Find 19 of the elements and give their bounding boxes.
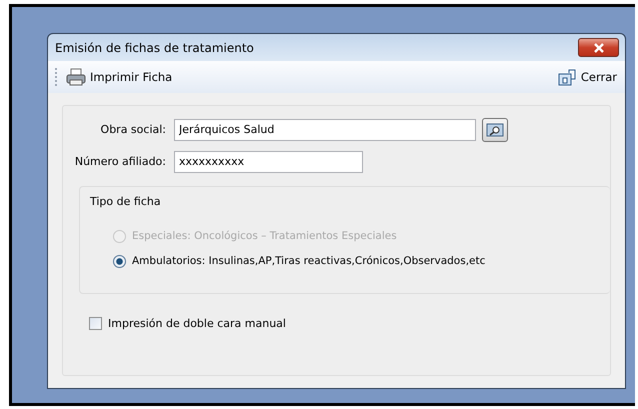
window-title: Emisión de fichas de tratamiento (54, 40, 254, 54)
printer-icon (66, 68, 86, 86)
radio-label: Especiales: Oncológicos – Tratamientos Especiales (132, 230, 397, 242)
magnifier-icon (486, 122, 504, 136)
group-title: Tipo de ficha (90, 195, 162, 208)
field-label: Obra social: (100, 123, 167, 136)
radio-button[interactable] (113, 254, 126, 268)
field-label: Número afiliado: (74, 155, 167, 168)
checkbox[interactable] (89, 317, 102, 330)
close-toolbar-button[interactable]: Cerrar (554, 66, 619, 88)
print-button[interactable]: Imprimir Ficha (64, 66, 174, 88)
lookup-button[interactable] (482, 118, 508, 142)
close-icon (592, 42, 604, 52)
toolbar-grip-icon (54, 68, 58, 86)
radio-label: Ambulatorios: Insulinas,AP,Tiras reactivas,Crónicos,Observados,etc (132, 255, 486, 267)
close-button[interactable] (578, 38, 619, 57)
exit-icon (556, 68, 577, 86)
text-field[interactable]: xxxxxxxxxx (174, 150, 363, 172)
checkbox-label: Impresión de doble cara manual (108, 317, 286, 330)
